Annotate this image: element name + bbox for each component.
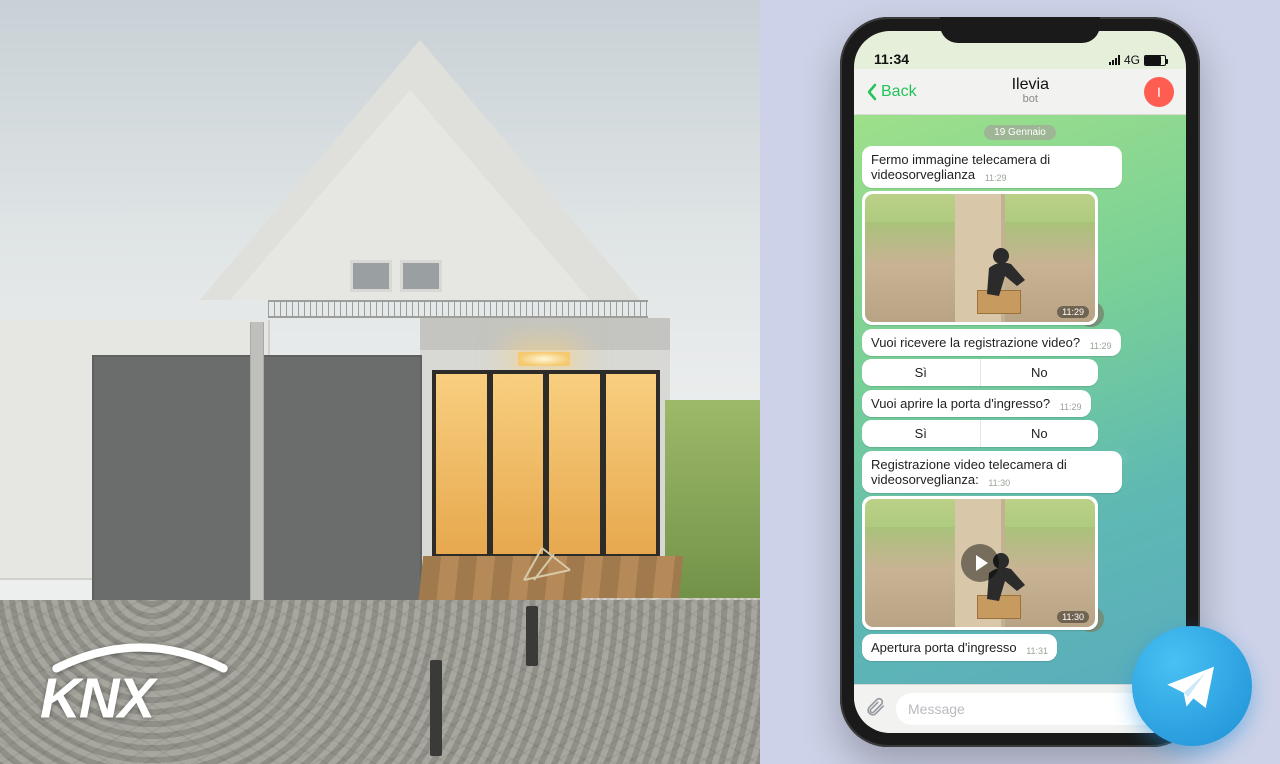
telegram-logo-badge [1132,626,1252,746]
phone-frame: 11:34 4G Back Ilevia bot [840,17,1200,747]
right-pane: 11:34 4G Back Ilevia bot [760,0,1280,764]
message-text[interactable]: Vuoi aprire la porta d'ingresso? 11:29 [862,390,1091,417]
paperclip-icon [864,696,886,718]
layout: KNX 11:34 4G Ba [0,0,1280,764]
phone-screen: 11:34 4G Back Ilevia bot [854,31,1186,733]
message-time: 11:31 [1026,646,1048,656]
back-button[interactable]: Back [866,83,917,101]
signal-icon [1109,55,1120,65]
deck-chair [520,540,580,584]
back-label: Back [881,83,917,101]
svg-text:KNX: KNX [40,667,159,725]
message-text[interactable]: Fermo immagine telecamera di videosorveg… [862,146,1122,188]
hero-house-image: KNX [0,0,760,764]
statusbar-time: 11:34 [874,51,909,67]
play-icon [961,544,999,582]
battery-icon [1144,55,1166,66]
message-video[interactable]: 11:30 [862,496,1098,630]
chat-body[interactable]: 19 Gennaio Fermo immagine telecamera di … [854,115,1186,684]
message-text[interactable]: Apertura porta d'ingresso 11:31 [862,634,1057,661]
message-time: 11:30 [988,478,1010,488]
message-text[interactable]: Vuoi ricevere la registrazione video? 11… [862,329,1121,356]
bollard-light [526,606,538,666]
knx-logo: KNX [40,643,240,730]
date-badge: 19 Gennaio [984,125,1056,140]
inline-keyboard: Sì No [862,359,1098,386]
chevron-left-icon [866,83,877,101]
message-time: 11:29 [1060,402,1082,412]
media-time: 11:30 [1057,611,1089,623]
chat-subtitle: bot [917,94,1144,106]
attach-button[interactable] [864,696,886,723]
chat-title: Ilevia [917,77,1144,94]
inline-button-yes[interactable]: Sì [862,359,981,386]
message-time: 11:29 [1090,341,1112,351]
message-text[interactable]: Registrazione video telecamera di videos… [862,451,1122,493]
bollard-light [430,660,442,756]
inline-button-no[interactable]: No [981,359,1099,386]
inline-button-yes[interactable]: Sì [862,420,981,447]
media-time: 11:29 [1057,306,1089,318]
message-time: 11:29 [985,173,1007,183]
network-label: 4G [1124,53,1140,67]
message-image[interactable]: 11:29 [862,191,1098,325]
chat-header: Back Ilevia bot I [854,69,1186,115]
avatar[interactable]: I [1144,77,1174,107]
message-input-placeholder: Message [908,701,965,717]
inline-keyboard: Sì No [862,420,1098,447]
telegram-icon [1159,653,1225,719]
inline-button-no[interactable]: No [981,420,1099,447]
chat-title-block[interactable]: Ilevia bot [917,77,1144,105]
phone-notch [940,17,1100,43]
